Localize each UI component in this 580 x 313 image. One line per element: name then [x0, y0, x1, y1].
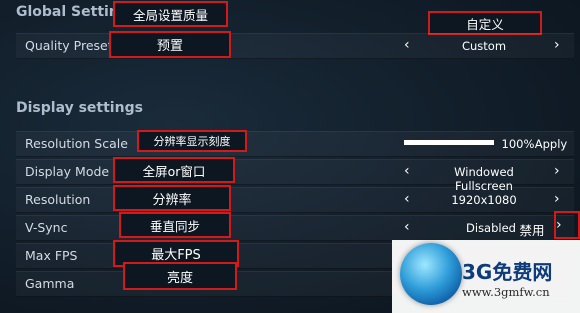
display-mode-next-icon[interactable]: ›	[554, 163, 560, 179]
vsync-prev-icon[interactable]: ‹	[404, 219, 410, 235]
display-mode-prev-icon[interactable]: ‹	[404, 163, 410, 179]
quality-preset-prev-icon[interactable]: ‹	[404, 37, 410, 53]
quality-preset-label: Quality Preset	[25, 38, 113, 53]
quality-preset-row: Quality Preset ‹ Custom ›	[16, 33, 574, 59]
resolution-scale-label: Resolution Scale	[25, 136, 128, 151]
display-settings-title: Display settings	[16, 100, 143, 116]
resolution-scale-percent: 100%	[501, 137, 535, 151]
resolution-label: Resolution	[25, 192, 91, 207]
resolution-prev-icon[interactable]: ‹	[404, 191, 410, 207]
display-mode-annotation: 全屏or窗口	[113, 157, 235, 183]
resolution-scale-slider-fill	[404, 140, 494, 145]
gamma-annotation: 亮度	[123, 262, 237, 290]
quality-preset-value: Custom	[461, 39, 507, 53]
watermark-logo-icon	[400, 243, 462, 305]
global-settings-annotation: 全局设置质量	[113, 1, 228, 27]
vsync-label: V-Sync	[25, 220, 68, 235]
vsync-next-icon[interactable]: ›	[556, 217, 562, 233]
resolution-annotation: 分辨率	[113, 185, 231, 211]
display-mode-label: Display Mode	[25, 164, 110, 179]
resolution-row: Resolution ‹ 1920x1080 ›	[16, 187, 574, 213]
resolution-value: 1920x1080	[451, 193, 517, 207]
resolution-scale-annotation: 分辨率显示刻度	[137, 130, 247, 152]
watermark-url: www.3gmfw.cn	[462, 285, 550, 299]
resolution-next-icon[interactable]: ›	[554, 191, 560, 207]
quality-preset-annotation: 预置	[109, 31, 231, 58]
gamma-label: Gamma	[25, 276, 75, 291]
max-fps-label: Max FPS	[25, 248, 78, 263]
quality-preset-next-icon[interactable]: ›	[554, 37, 560, 53]
vsync-row: V-Sync ‹ Disabled 禁用	[16, 215, 574, 241]
display-mode-row: Display Mode ‹ Windowed Fullscreen ›	[16, 159, 574, 193]
apply-button[interactable]: Apply	[534, 137, 568, 151]
vsync-annotation: 垂直同步	[119, 212, 231, 238]
resolution-scale-slider[interactable]	[404, 140, 494, 145]
vsync-value-annotation: 禁用	[519, 223, 545, 238]
custom-annotation: 自定义	[428, 11, 542, 35]
watermark-title: 3G免费网	[462, 260, 553, 284]
